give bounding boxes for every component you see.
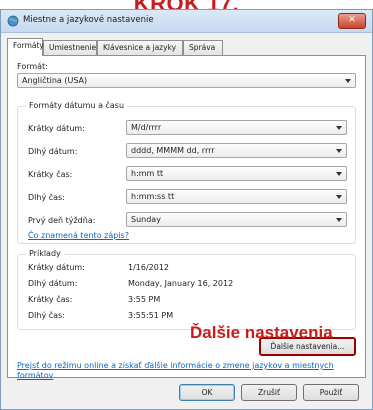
chevron-down-icon [336, 195, 342, 199]
example-short-date-label: Krátky dátum: [28, 263, 85, 272]
tab-sprava[interactable]: Správa [183, 40, 223, 55]
long-date-select[interactable]: dddd, MMMM dd, rrrr [126, 143, 347, 158]
chevron-down-icon [336, 126, 342, 130]
callout-label: Ďalšie nastavenia [190, 323, 333, 342]
example-short-time-value: 3:55 PM [128, 295, 161, 304]
tab-umiestnenie[interactable]: Umiestnenie [43, 40, 97, 55]
globe-icon [7, 15, 19, 27]
chevron-down-icon [345, 79, 351, 83]
tab-klavesnice-a-jazyky[interactable]: Klávesnice a jazyky [97, 40, 183, 55]
format-label: Formát: [17, 62, 48, 71]
chevron-down-icon [336, 172, 342, 176]
dialog-window: Miestne a jazykové nastavenie ✕ Formáty … [0, 9, 373, 410]
short-time-value: h:mm tt [131, 169, 164, 178]
example-long-date-label: Dlhý dátum: [28, 279, 78, 288]
short-date-value: M/d/rrrr [131, 123, 162, 132]
title-bar: Miestne a jazykové nastavenie ✕ [1, 10, 372, 33]
window-title: Miestne a jazykové nastavenie [23, 15, 154, 25]
close-button[interactable]: ✕ [338, 13, 366, 29]
example-long-time-value: 3:55:51 PM [128, 311, 174, 320]
short-date-select[interactable]: M/d/rrrr [126, 120, 347, 135]
example-short-time-label: Krátky čas: [28, 295, 73, 304]
first-day-label: Prvý deň týždňa: [28, 216, 96, 225]
ok-button[interactable]: OK [179, 384, 235, 401]
example-short-date-value: 1/16/2012 [128, 263, 170, 272]
long-date-value: dddd, MMMM dd, rrrr [131, 146, 215, 155]
examples-group-title: Príklady [26, 249, 64, 258]
first-day-select[interactable]: Sunday [126, 212, 347, 227]
chevron-down-icon [336, 218, 342, 222]
date-time-group-title: Formáty dátumu a času [26, 101, 128, 110]
example-long-date-value: Monday, January 16, 2012 [128, 279, 234, 288]
long-time-label: Dlhý čas: [28, 193, 65, 202]
date-time-formats-group: Formáty dátumu a času Krátky dátum: M/d/… [17, 101, 356, 244]
example-long-time-label: Dlhý čas: [28, 311, 65, 320]
short-time-label: Krátky čas: [28, 170, 73, 179]
short-date-label: Krátky dátum: [28, 124, 85, 133]
first-day-value: Sunday [131, 215, 161, 224]
long-time-value: h:mm:ss tt [131, 192, 175, 201]
short-time-select[interactable]: h:mm tt [126, 166, 347, 181]
apply-button[interactable]: Použiť [303, 384, 359, 401]
format-select[interactable]: Angličtina (USA) [17, 73, 356, 88]
chevron-down-icon [336, 149, 342, 153]
cancel-button[interactable]: Zrušiť [241, 384, 297, 401]
format-value: Angličtina (USA) [22, 76, 88, 85]
examples-group: Príklady Krátky dátum: 1/16/2012 Dlhý dá… [17, 249, 356, 330]
long-date-label: Dlhý dátum: [28, 147, 78, 156]
notation-help-link[interactable]: Čo znamená tento zápis? [28, 231, 129, 240]
online-info-link[interactable]: Prejsť do režimu online a získať ďalšie … [17, 361, 356, 381]
tab-formaty[interactable]: Formáty [7, 38, 44, 56]
long-time-select[interactable]: h:mm:ss tt [126, 189, 347, 204]
